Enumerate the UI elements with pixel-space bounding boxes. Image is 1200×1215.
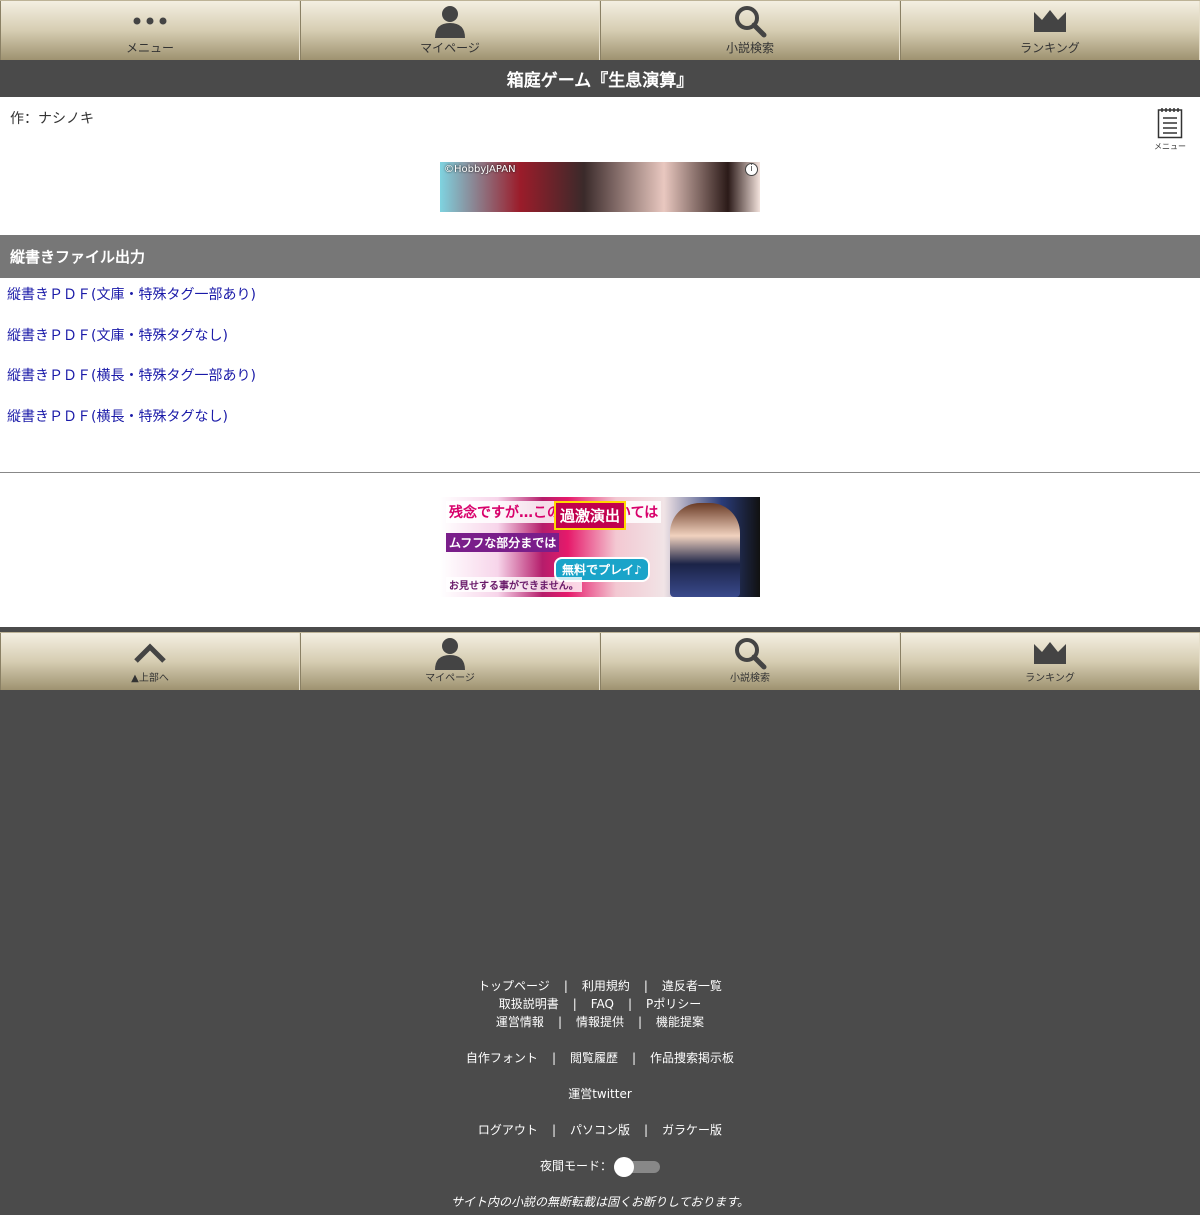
nav-menu-button[interactable]: メニュー	[0, 1, 300, 60]
footer-link-top[interactable]: トップページ	[478, 979, 550, 993]
toggle-knob	[614, 1156, 634, 1177]
bottom-ad-banner[interactable]: 残念ですが…この広告においては 過激演出 ムフフな部分までは 無料でプレイ♪ お…	[440, 497, 760, 597]
side-menu-button[interactable]: メニュー	[1154, 107, 1186, 152]
chevron-up-icon	[133, 633, 167, 673]
nav-mypage-button[interactable]: マイページ	[300, 1, 600, 60]
footer-link-proposal[interactable]: 機能提案	[656, 1015, 704, 1029]
footer-link-operation[interactable]: 運営情報	[496, 1015, 544, 1029]
nav-search-button[interactable]: 小説検索	[600, 1, 900, 60]
footer-link-font[interactable]: 自作フォント	[466, 1051, 538, 1065]
footer-link-violators[interactable]: 違反者一覧	[662, 979, 722, 993]
nav-ranking-button[interactable]: ランキング	[900, 1, 1200, 60]
footer-link-manual[interactable]: 取扱説明書	[499, 997, 559, 1011]
footer-row-3: 運営情報 | 情報提供 | 機能提案	[495, 1015, 705, 1029]
footer-link-pc[interactable]: パソコン版	[570, 1123, 630, 1137]
ad-character-image	[670, 503, 740, 597]
footer-link-history[interactable]: 閲覧履歴	[570, 1051, 618, 1065]
footer-link-board[interactable]: 作品捜索掲示板	[650, 1051, 734, 1065]
footer-link-policy[interactable]: Pポリシー	[646, 997, 701, 1011]
ad-text-3: ムフフな部分までは	[446, 533, 560, 552]
night-mode-toggle[interactable]	[614, 1156, 660, 1177]
footer-row-6: ログアウト | パソコン版 | ガラケー版	[477, 1123, 723, 1137]
nav-bottom-mypage-label: マイページ	[425, 673, 475, 684]
side-menu-label: メニュー	[1154, 142, 1186, 151]
pdf-link-bunko-tags[interactable]: 縦書きＰＤＦ(文庫・特殊タグ一部あり)	[7, 285, 256, 326]
top-ad-banner[interactable]: ©HobbyJAPAN i	[440, 162, 760, 212]
nav-bottom-search-label: 小説検索	[730, 673, 770, 684]
nav-menu-label: メニュー	[125, 41, 174, 55]
nav-bottom-ranking-button[interactable]: ランキング	[900, 633, 1200, 690]
nav-bottom-search-button[interactable]: 小説検索	[600, 633, 900, 690]
ad-credit: ©HobbyJAPAN	[444, 164, 516, 175]
footer-link-terms[interactable]: 利用規約	[582, 979, 630, 993]
night-mode-label: 夜間モード：	[539, 1159, 612, 1173]
nav-bottom-mypage-button[interactable]: マイページ	[300, 633, 600, 690]
footer-link-info[interactable]: 情報提供	[576, 1015, 624, 1029]
crown-icon	[1033, 1, 1067, 41]
search-icon	[733, 1, 767, 41]
copyright-notice: サイト内の小説の無断転載は固くお断りしております。	[450, 1195, 750, 1209]
user-icon	[433, 633, 467, 673]
author-name[interactable]: 作：ナシノキ	[10, 108, 94, 128]
top-nav: メニュー マイページ 小説検索 ランキング	[0, 0, 1200, 60]
footer: トップページ | 利用規約 | 違反者一覧 取扱説明書 | FAQ | Pポリシー 運営情報 | 情…	[0, 690, 1200, 1215]
pdf-link-wide-notags[interactable]: 縦書きＰＤＦ(横長・特殊タグなし)	[7, 407, 256, 448]
footer-row-2: 取扱説明書 | FAQ | Pポリシー	[498, 997, 702, 1011]
footer-link-mobile[interactable]: ガラケー版	[662, 1123, 722, 1137]
nav-search-label: 小説検索	[725, 41, 774, 55]
nav-top-button[interactable]: ▲上部へ	[0, 633, 300, 690]
content-divider	[0, 472, 1200, 473]
pdf-link-list: 縦書きＰＤＦ(文庫・特殊タグ一部あり) 縦書きＰＤＦ(文庫・特殊タグなし) 縦書…	[7, 285, 256, 447]
night-mode-row: 夜間モード：	[0, 1156, 1200, 1177]
novel-title-bar: 箱庭ゲーム『生息演算』	[0, 60, 1200, 97]
nav-bottom-ranking-label: ランキング	[1025, 673, 1075, 684]
footer-row-4: 自作フォント | 閲覧履歴 | 作品捜索掲示板	[465, 1051, 735, 1065]
bottom-nav: ▲上部へ マイページ 小説検索 ランキング	[0, 632, 1200, 690]
pdf-link-bunko-notags[interactable]: 縦書きＰＤＦ(文庫・特殊タグなし)	[7, 326, 256, 367]
main-content: 作：ナシノキ メニュー ©HobbyJAPAN i 縦書きファイル出力 縦書きＰ…	[0, 97, 1200, 627]
nav-top-label: ▲上部へ	[131, 673, 169, 684]
notepad-icon	[1157, 108, 1183, 139]
ad-text-2: 過激演出	[554, 501, 627, 530]
ad-info-icon[interactable]: i	[745, 163, 758, 176]
vertical-output-header: 縦書きファイル出力	[0, 235, 1200, 278]
nav-mypage-label: マイページ	[420, 41, 480, 55]
ad-text-5: お見せする事ができません。	[446, 577, 582, 592]
footer-row-5: 運営twitter	[0, 1085, 1200, 1102]
crown-icon	[1033, 633, 1067, 673]
nav-ranking-label: ランキング	[1020, 41, 1080, 55]
footer-row-1: トップページ | 利用規約 | 違反者一覧	[478, 979, 722, 993]
footer-link-faq[interactable]: FAQ	[591, 997, 614, 1011]
user-icon	[433, 1, 467, 41]
footer-link-logout[interactable]: ログアウト	[478, 1123, 538, 1137]
pdf-link-wide-tags[interactable]: 縦書きＰＤＦ(横長・特殊タグ一部あり)	[7, 366, 256, 407]
footer-link-twitter[interactable]: 運営twitter	[568, 1087, 632, 1101]
search-icon	[733, 633, 767, 673]
novel-title[interactable]: 箱庭ゲーム『生息演算』	[507, 66, 694, 91]
dots-icon	[132, 1, 168, 41]
